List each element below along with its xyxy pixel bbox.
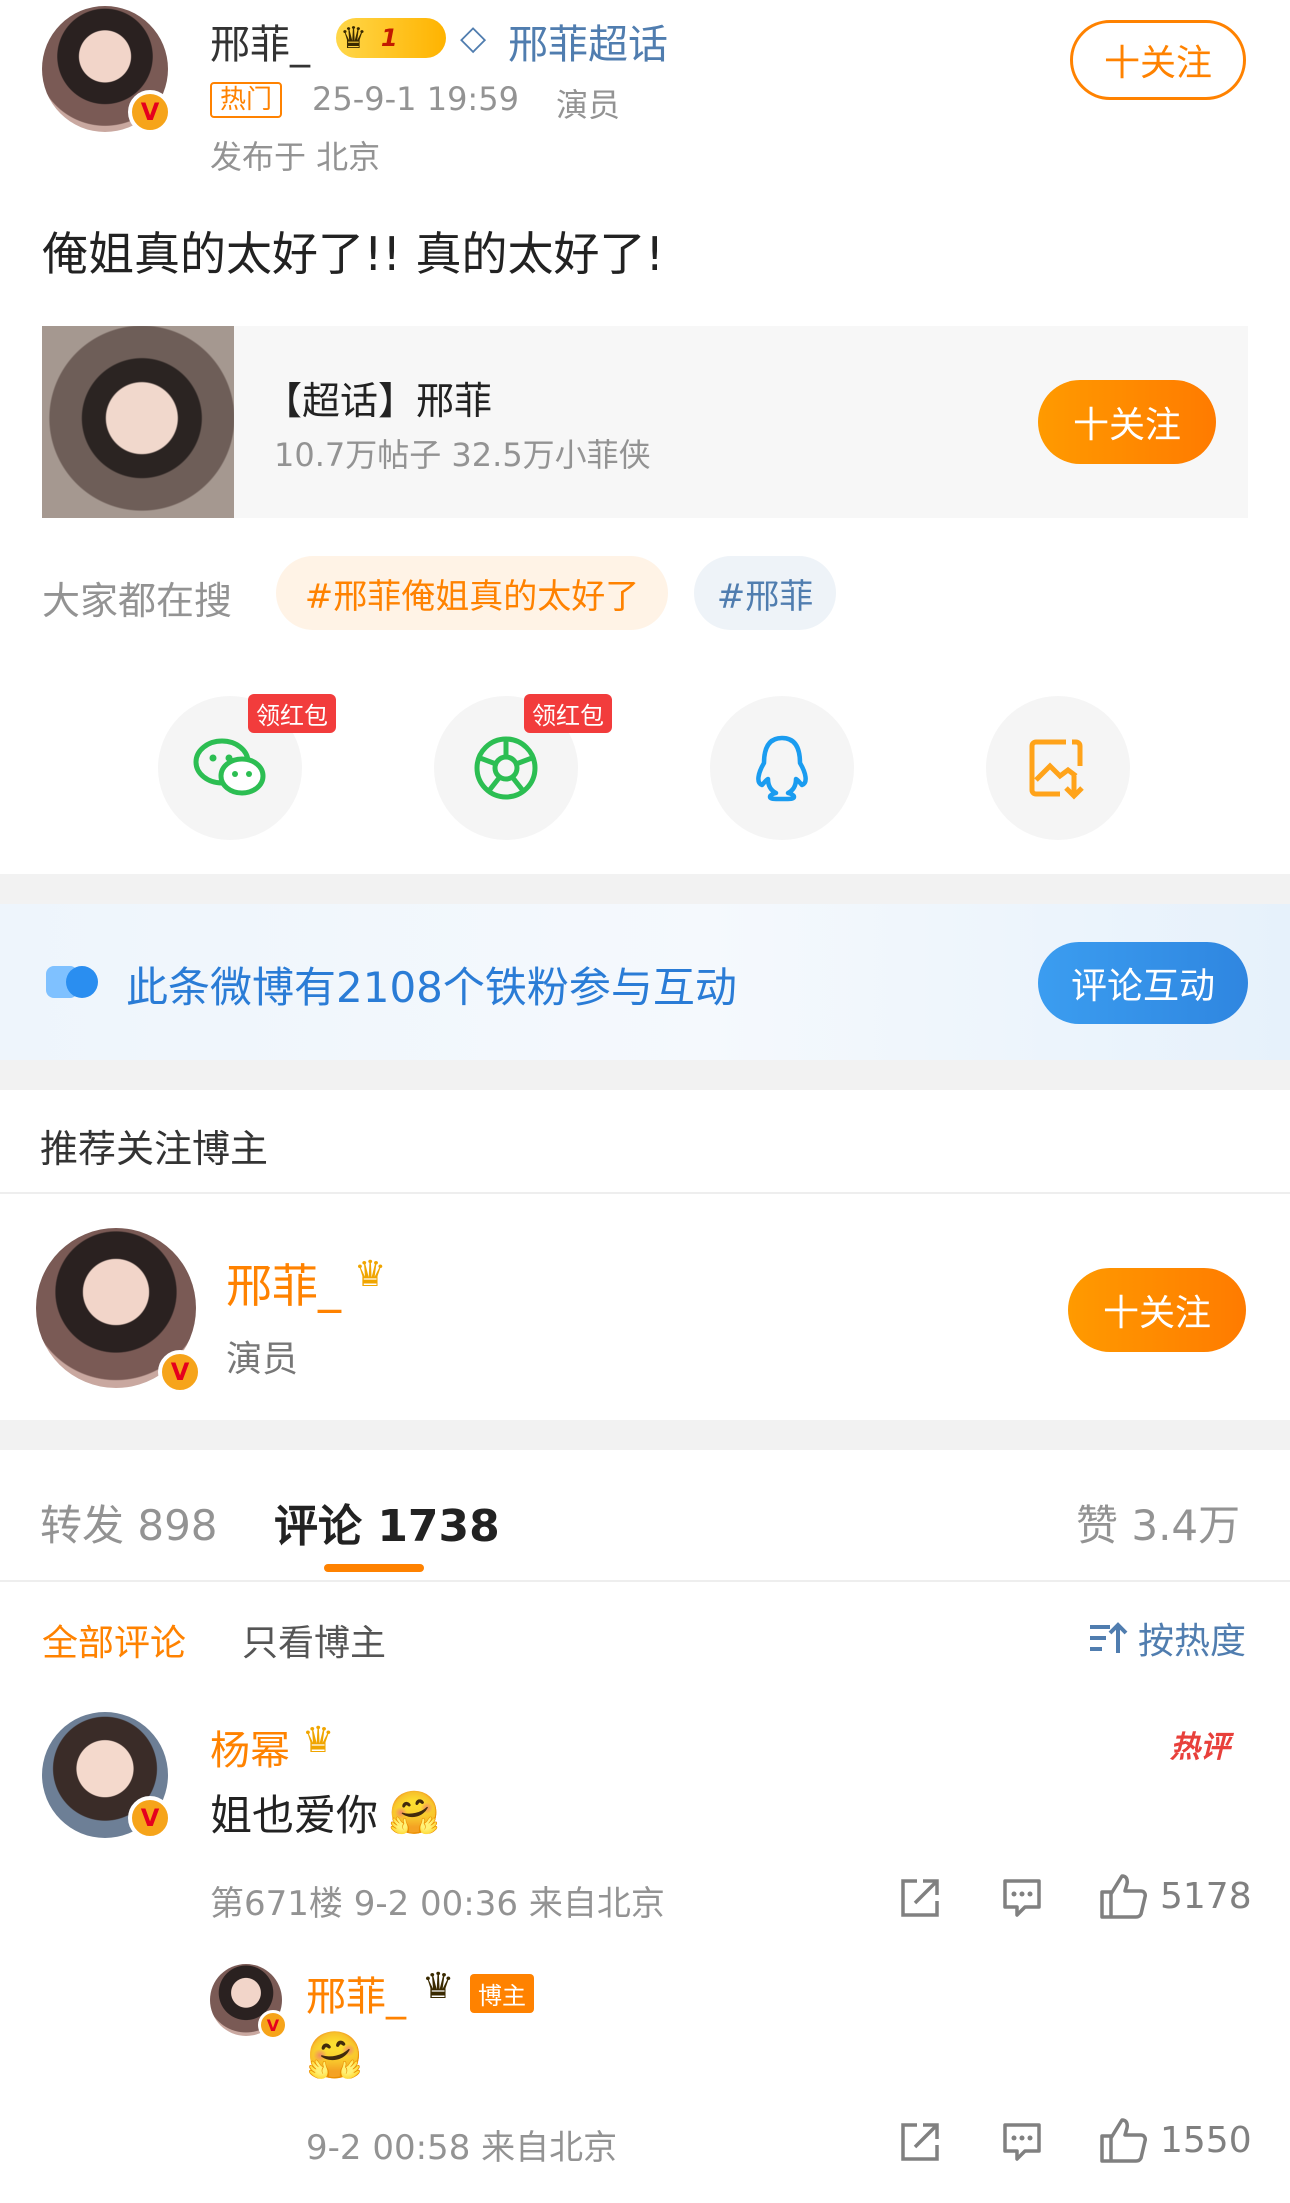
save-image-icon: [1029, 739, 1084, 800]
divider-line: [0, 1192, 1290, 1194]
redpack-badge: 领红包: [248, 694, 336, 733]
supertopic-title: 【超话】邢菲: [264, 379, 493, 423]
verified-badge-icon: V: [128, 90, 172, 134]
filter-all-comments[interactable]: 全部评论: [42, 1614, 186, 1666]
recommend-follow-button[interactable]: 十关注: [1068, 1268, 1246, 1352]
tab-repost[interactable]: 转发 898: [40, 1492, 218, 1553]
hot-comment-badge: 热评: [1170, 1730, 1230, 1765]
post-content: 俺姐真的太好了!! 真的太好了!: [42, 227, 664, 281]
author-badge: 博主: [470, 1974, 534, 2013]
hug-emoji-icon: 🤗: [388, 1787, 441, 1837]
redpack-badge: 领红包: [524, 694, 612, 733]
comment-meta: 第671楼 9-2 00:36 来自北京: [210, 1884, 665, 1924]
sort-icon: [1090, 1622, 1128, 1653]
like-count: 5178: [1160, 1875, 1252, 1917]
iron-fans-banner[interactable]: 此条微博有2108个铁粉参与互动 评论互动: [0, 904, 1290, 1060]
follow-button[interactable]: 十关注: [1070, 20, 1246, 100]
reply-name[interactable]: 邢菲_: [306, 1964, 406, 2022]
level-number: 1: [380, 24, 398, 52]
hot-tag: 热门: [210, 82, 283, 118]
tab-active-indicator: [324, 1564, 424, 1572]
post-location: 发布于 北京: [210, 138, 381, 176]
reply-like-button[interactable]: 1550: [1098, 2110, 1252, 2170]
post-timestamp: 25-9-1 19:59: [312, 80, 519, 118]
supertopic-stats: 10.7万帖子 32.5万小菲侠: [274, 436, 651, 474]
search-tag-2[interactable]: #邢菲: [694, 556, 836, 630]
like-count: 1550: [1160, 2119, 1252, 2161]
supertopic-card[interactable]: 【超话】邢菲 10.7万帖子 32.5万小菲侠 十关注: [42, 326, 1248, 518]
supertopic-link[interactable]: 邢菲超话: [508, 12, 668, 70]
tab-comments[interactable]: 评论 1738: [274, 1490, 500, 1554]
diamond-icon: ◇: [460, 18, 487, 58]
comment-icon: [1003, 2123, 1041, 2161]
crown-icon: ♛: [354, 1254, 387, 1295]
comment-interact-button[interactable]: 评论互动: [1038, 942, 1248, 1024]
comment-share-button[interactable]: [896, 1874, 944, 1922]
crown-icon: ♛: [302, 1720, 335, 1761]
supertopic-follow-button[interactable]: 十关注: [1038, 380, 1216, 464]
comment-text: 姐也爱你: [210, 1791, 379, 1840]
comment-reply-button[interactable]: [998, 1874, 1046, 1922]
banner-text: 此条微博有2108个铁粉参与互动: [126, 963, 737, 1012]
verified-badge-icon: V: [158, 1350, 202, 1394]
filter-author-only[interactable]: 只看博主: [242, 1614, 386, 1666]
fans-icon: [46, 966, 100, 998]
sort-button[interactable]: 按热度: [1088, 1612, 1246, 1664]
crown-level-badge-icon: ♛ 1: [336, 18, 446, 58]
comment-text-row: 姐也爱你 🤗: [210, 1782, 440, 1843]
comment-like-button[interactable]: 5178: [1098, 1866, 1252, 1926]
comment-icon: [1003, 1879, 1041, 1917]
sort-label: 按热度: [1138, 1621, 1247, 1662]
reply-share-button[interactable]: [896, 2118, 944, 2166]
recommend-name[interactable]: 邢菲_: [226, 1250, 341, 1316]
author-role: 演员: [556, 86, 621, 124]
verified-badge-icon: V: [128, 1796, 172, 1840]
share-qq-button[interactable]: [710, 696, 854, 840]
section-divider: [0, 874, 1290, 904]
reply-comment-button[interactable]: [998, 2118, 1046, 2166]
tab-likes[interactable]: 赞 3.4万: [1076, 1492, 1240, 1553]
save-image-button[interactable]: [986, 696, 1130, 840]
reply-meta: 9-2 00:58 来自北京: [306, 2128, 618, 2168]
crown-icon: ♛: [422, 1966, 455, 2007]
supertopic-cover-image: [42, 326, 234, 518]
share-icon: [901, 2123, 939, 2161]
search-tag-1[interactable]: #邢菲俺姐真的太好了: [276, 556, 668, 630]
divider-line: [0, 1580, 1290, 1582]
recommend-title: 推荐关注博主: [40, 1127, 269, 1171]
moments-icon: [474, 736, 538, 800]
search-label: 大家都在搜: [42, 579, 233, 623]
wechat-icon: [193, 738, 266, 796]
commenter-name[interactable]: 杨幂: [210, 1718, 290, 1776]
thumbs-up-icon: [1100, 1874, 1147, 1919]
thumbs-up-icon: [1100, 2118, 1147, 2163]
section-divider: [0, 1060, 1290, 1090]
qq-icon: [756, 735, 808, 802]
verified-badge-icon: V: [258, 2010, 288, 2040]
share-icon: [901, 1879, 939, 1917]
reply-emoji: 🤗: [306, 2028, 364, 2082]
recommend-role: 演员: [226, 1339, 299, 1380]
section-divider: [0, 1420, 1290, 1450]
author-name[interactable]: 邢菲_: [210, 12, 310, 70]
